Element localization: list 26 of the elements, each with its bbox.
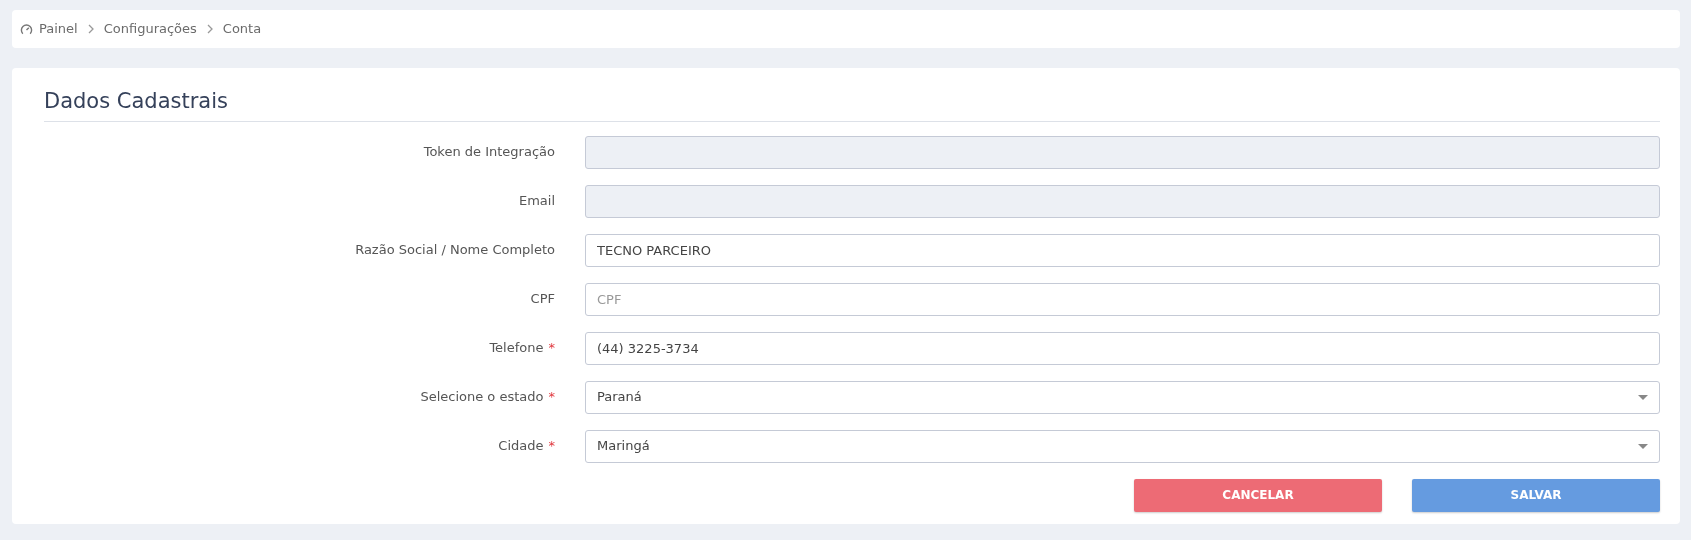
input-field[interactable]: CPF xyxy=(585,282,1660,316)
chevron-icon xyxy=(87,24,94,34)
field-label: Telefone xyxy=(489,339,544,358)
field-label: Selecione o estado xyxy=(420,388,544,407)
caret-icon xyxy=(1638,394,1648,400)
field-label: Cidade xyxy=(498,437,544,456)
chevron-icon xyxy=(206,24,213,34)
select-field[interactable]: Paraná xyxy=(585,380,1660,414)
field-label: Email xyxy=(518,192,555,211)
input-field[interactable]: TECNO PARCEIRO xyxy=(585,233,1660,267)
caret-icon xyxy=(1638,443,1648,449)
form-title: Dados Cadastrais xyxy=(44,86,1660,122)
select-field[interactable]: Maringá xyxy=(585,429,1660,463)
required-asterisk: * xyxy=(548,339,555,358)
breadcrumb-link[interactable]: Configurações xyxy=(103,19,197,39)
required-asterisk: * xyxy=(548,437,555,456)
input-field[interactable]: (44) 3225-3734 xyxy=(585,331,1660,365)
speedometer-icon xyxy=(20,22,33,36)
breadcrumb-link[interactable]: Painel xyxy=(39,19,78,39)
field-label: Token de Integração xyxy=(423,143,555,162)
field-label: Razão Social / Nome Completo xyxy=(355,241,555,260)
required-asterisk: * xyxy=(548,388,555,407)
save-button[interactable]: SALVAR xyxy=(1412,478,1660,512)
field-label: CPF xyxy=(530,290,555,309)
cancel-button[interactable]: CANCELAR xyxy=(1134,478,1382,512)
breadcrumb-link[interactable]: Conta xyxy=(222,19,262,39)
